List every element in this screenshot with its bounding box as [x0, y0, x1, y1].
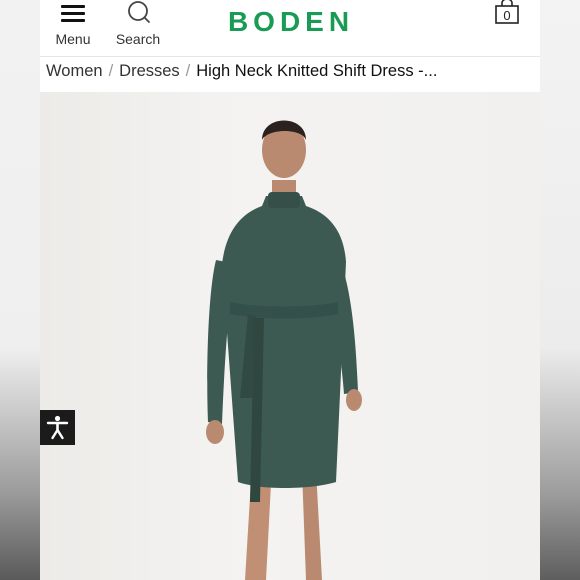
search-label: Search [115, 31, 161, 47]
breadcrumb-separator: / [185, 62, 191, 80]
mobile-screen: Menu Search BODEN 0 Women / Dresses / High N… [40, 0, 540, 580]
breadcrumb-separator: / [108, 62, 114, 80]
product-image[interactable] [40, 92, 540, 580]
breadcrumb-dresses[interactable]: Dresses [119, 62, 180, 80]
shopping-bag-button[interactable]: 0 [492, 0, 522, 26]
breadcrumb-women[interactable]: Women [46, 62, 103, 80]
left-backdrop [0, 0, 40, 580]
right-backdrop [540, 0, 580, 580]
breadcrumb-current: High Neck Knitted Shift Dress -... [196, 62, 438, 80]
search-icon [128, 1, 150, 23]
site-header: Menu Search BODEN 0 [40, 0, 540, 57]
search-button[interactable]: Search [112, 0, 164, 50]
accessibility-button[interactable] [40, 410, 75, 445]
breadcrumb: Women / Dresses / High Neck Knitted Shift Dr… [46, 62, 540, 86]
model-illustration [206, 120, 362, 580]
accessibility-icon [46, 415, 69, 440]
bag-count: 0 [503, 8, 510, 23]
shopping-bag-icon: 0 [495, 0, 519, 24]
menu-label: Menu [55, 31, 91, 47]
menu-button[interactable]: Menu [48, 0, 98, 50]
brand-logo[interactable]: BODEN [216, 6, 366, 38]
